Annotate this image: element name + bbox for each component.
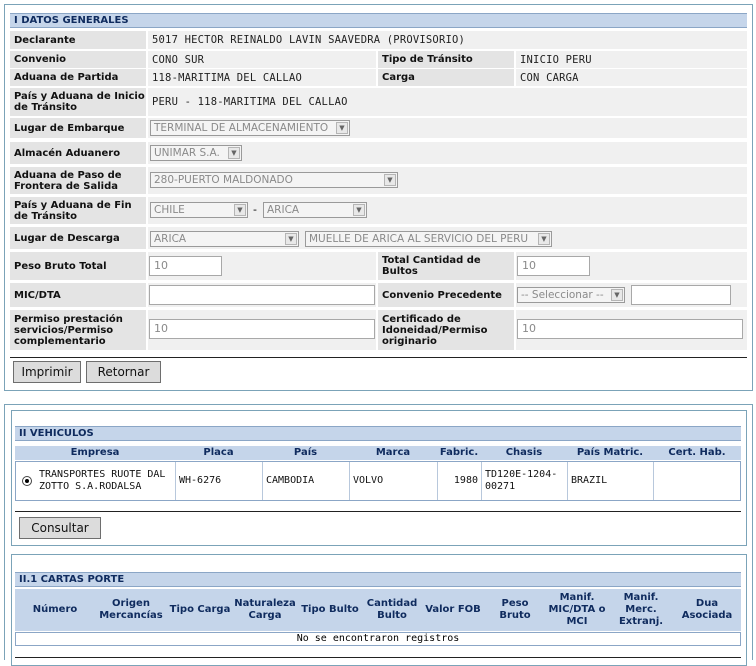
back-button[interactable]: Retornar: [86, 361, 161, 383]
lugar-descarga-place-text: MUELLE DE ARICA AL SERVICIO DEL PERU: [309, 233, 529, 245]
chevron-down-icon: ▼: [285, 233, 297, 245]
cell-chasis: TD120E-1204-00271: [482, 462, 568, 500]
col-tipo-bulto: Tipo Bulto: [297, 589, 363, 631]
vehiculos-panel: II VEHICULOS Empresa Placa País Marca Fa…: [4, 404, 753, 666]
aduana-paso-select-text: 280-PUERTO MALDONADO: [154, 174, 293, 186]
divider: [10, 357, 747, 358]
cell-marca: VOLVO: [350, 462, 438, 500]
aduana-fin-select-text: ARICA: [267, 204, 300, 216]
section-header-vehiculos: II VEHICULOS: [15, 426, 741, 441]
lugar-descarga-place-select[interactable]: MUELLE DE ARICA AL SERVICIO DEL PERU ▼: [305, 231, 552, 247]
mic-dta-input[interactable]: [149, 285, 375, 305]
cell-cert-hab: [654, 462, 740, 500]
lugar-descarga-label: Lugar de Descarga: [10, 227, 146, 249]
col-cantidad-bulto: Cantidad Bulto: [363, 589, 421, 631]
cell-pais-matric: BRAZIL: [568, 462, 654, 500]
col-peso-bruto: Peso Bruto: [485, 589, 545, 631]
col-fabric: Fabric.: [437, 446, 481, 460]
section-header-cartas-porte: II.1 CARTAS PORTE: [15, 572, 741, 587]
print-button[interactable]: Imprimir: [13, 361, 81, 383]
almacen-label: Almacén Aduanero: [10, 142, 146, 164]
pais-fin-select[interactable]: CHILE ▼: [150, 202, 248, 218]
chevron-down-icon: ▼: [336, 122, 348, 134]
certificado-input[interactable]: 10: [517, 319, 743, 339]
cell-empresa: TRANSPORTES RUOTE DAL ZOTTO S.A.RODALSA: [36, 462, 176, 500]
col-pais-matric: País Matric.: [567, 446, 653, 460]
empty-row: No se encontraron registros: [15, 632, 741, 646]
declarante-value: 5017 HECTOR REINALDO LAVIN SAAVEDRA (PRO…: [148, 31, 747, 49]
table-row[interactable]: TRANSPORTES RUOTE DAL ZOTTO S.A.RODALSA …: [15, 461, 741, 501]
empty-message: No se encontraron registros: [296, 633, 460, 644]
consult-button[interactable]: Consultar: [19, 517, 101, 539]
aduana-partida-label: Aduana de Partida: [10, 69, 146, 86]
col-numero: Número: [15, 589, 95, 631]
lugar-embarque-select[interactable]: TERMINAL DE ALMACENAMIENTO ▼: [150, 120, 350, 136]
aduana-partida-value: 118-MARITIMA DEL CALLAO: [148, 69, 376, 86]
chevron-down-icon: ▼: [538, 233, 550, 245]
certificado-label: Certificado de Idoneidad/Permiso origina…: [378, 310, 514, 350]
permiso-input[interactable]: 10: [149, 319, 375, 339]
col-empresa: Empresa: [15, 446, 175, 460]
pais-aduana-inicio-label: País y Aduana de Inicio de Tránsito: [10, 88, 146, 116]
almacen-select[interactable]: UNIMAR S.A. ▼: [150, 145, 242, 161]
divider: [15, 657, 741, 658]
chevron-down-icon: ▼: [228, 147, 240, 159]
aduana-paso-label: Aduana de Paso de Frontera de Salida: [10, 167, 146, 194]
convenio-precedente-select[interactable]: -- Seleccionar -- ▼: [517, 287, 625, 303]
pais-aduana-fin-label: País y Aduana de Fin de Tránsito: [10, 197, 146, 224]
chevron-down-icon: ▼: [611, 289, 623, 301]
fin-separator: -: [253, 203, 257, 216]
lugar-descarga-city-text: ARICA: [154, 233, 187, 245]
chevron-down-icon: ▼: [384, 174, 396, 186]
col-naturaleza: Naturaleza Carga: [233, 589, 297, 631]
cartas-porte-panel: II.1 CARTAS PORTE Número Origen Mercancí…: [11, 554, 747, 666]
datos-generales-panel: I DATOS GENERALES Declarante 5017 HECTOR…: [4, 4, 753, 391]
col-manif-mic: Manif. MIC/DTA o MCI: [545, 589, 609, 631]
carga-label: Carga: [378, 69, 514, 86]
col-pais: País: [262, 446, 349, 460]
total-bultos-label: Total Cantidad de Bultos: [378, 252, 514, 280]
convenio-precedente-label: Convenio Precedente: [378, 283, 514, 307]
row-radio[interactable]: [22, 476, 32, 486]
total-bultos-input[interactable]: 10: [517, 256, 590, 276]
chevron-down-icon: ▼: [353, 204, 365, 216]
divider: [15, 511, 741, 512]
convenio-precedente-input[interactable]: [631, 285, 731, 305]
chevron-down-icon: ▼: [234, 204, 246, 216]
cell-placa: WH-6276: [176, 462, 263, 500]
carga-value: CON CARGA: [516, 69, 747, 86]
col-placa: Placa: [175, 446, 262, 460]
col-tipo-carga: Tipo Carga: [167, 589, 233, 631]
tipo-transito-value: INICIO PERU: [516, 51, 747, 68]
lugar-embarque-label: Lugar de Embarque: [10, 118, 146, 138]
declarante-label: Declarante: [10, 31, 146, 49]
tipo-transito-label: Tipo de Tránsito: [378, 51, 514, 68]
almacen-select-text: UNIMAR S.A.: [154, 147, 220, 159]
col-manif-merc: Manif. Merc. Extranj.: [609, 589, 673, 631]
convenio-precedente-select-text: -- Seleccionar --: [521, 289, 604, 301]
col-marca: Marca: [349, 446, 437, 460]
col-cert-hab: Cert. Hab.: [653, 446, 741, 460]
cell-fabric: 1980: [438, 462, 482, 500]
col-valor-fob: Valor FOB: [421, 589, 485, 631]
section-header-datos-generales: I DATOS GENERALES: [10, 13, 747, 28]
convenio-label: Convenio: [10, 51, 146, 68]
col-origen: Origen Mercancías: [95, 589, 167, 631]
convenio-value: CONO SUR: [148, 51, 376, 68]
lugar-descarga-city-select[interactable]: ARICA ▼: [150, 231, 299, 247]
pais-fin-select-text: CHILE: [154, 204, 185, 216]
cell-pais: CAMBODIA: [263, 462, 350, 500]
mic-dta-label: MIC/DTA: [10, 283, 146, 307]
vehiculos-inner-panel: II VEHICULOS Empresa Placa País Marca Fa…: [11, 410, 747, 546]
lugar-embarque-select-text: TERMINAL DE ALMACENAMIENTO: [154, 122, 329, 134]
col-chasis: Chasis: [481, 446, 567, 460]
aduana-paso-select[interactable]: 280-PUERTO MALDONADO ▼: [150, 172, 398, 188]
aduana-fin-select[interactable]: ARICA ▼: [263, 202, 367, 218]
permiso-label: Permiso prestación servicios/Permiso com…: [10, 310, 146, 350]
col-dua: Dua Asociada: [673, 589, 741, 631]
peso-bruto-label: Peso Bruto Total: [10, 252, 146, 280]
peso-bruto-input[interactable]: 10: [149, 256, 222, 276]
pais-aduana-inicio-value: PERU - 118-MARITIMA DEL CALLAO: [148, 88, 747, 116]
